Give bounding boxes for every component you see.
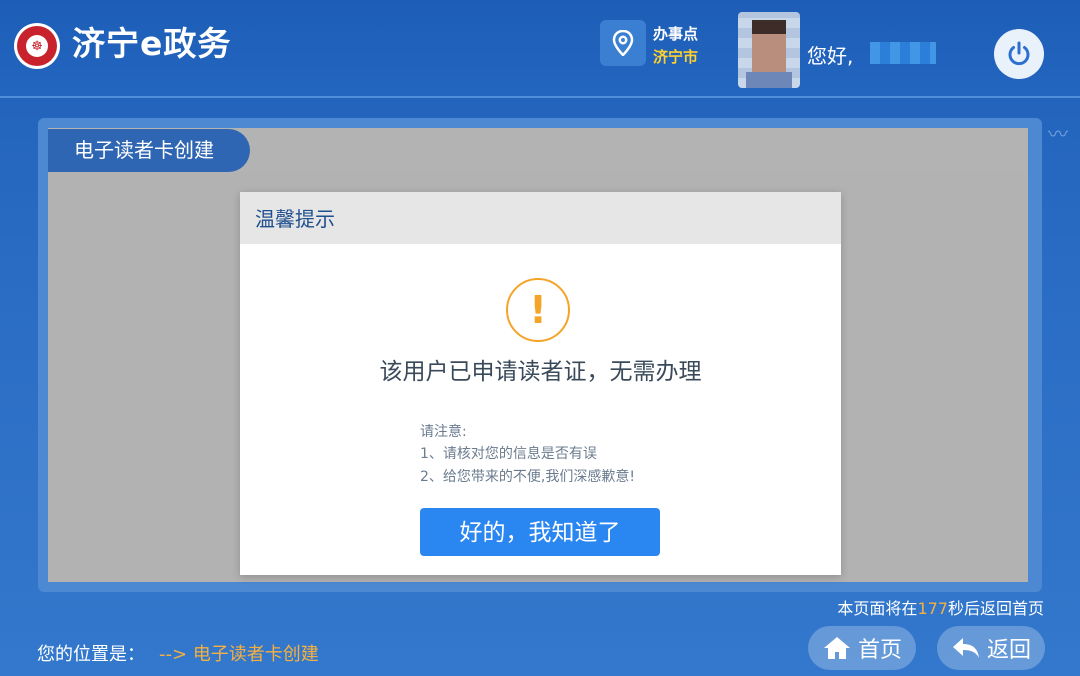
note-heading: 请注意:: [420, 424, 467, 440]
home-button[interactable]: 首页: [808, 626, 916, 670]
location-pin-button[interactable]: [600, 20, 646, 66]
app-title: 济宁e政务: [72, 24, 232, 63]
panel-title-tab: 电子读者卡创建: [48, 129, 250, 172]
power-icon: [1008, 41, 1030, 66]
acknowledge-button[interactable]: 好的，我知道了: [420, 508, 660, 556]
location-value[interactable]: 济宁市: [653, 46, 698, 67]
countdown-seconds: 177: [917, 599, 948, 618]
breadcrumb-current: 电子读者卡创建: [192, 644, 319, 665]
location-pin-icon: [612, 30, 634, 56]
power-button[interactable]: [994, 29, 1044, 79]
note-item-2: 2、给您带来的不便,我们深感歉意!: [420, 469, 635, 485]
avatar: [738, 12, 800, 88]
logo: ☸: [14, 23, 60, 69]
breadcrumb-prefix: 您的位置是：: [37, 644, 145, 665]
header: ☸ 济宁e政务 办事点 济宁市 您好,: [0, 0, 1080, 98]
alert-dialog: 温馨提示 ! 该用户已申请读者证，无需办理 请注意: 1、请核对您的信息是否有误…: [240, 192, 841, 575]
breadcrumb-arrow: -->: [159, 644, 188, 665]
note-item-1: 1、请核对您的信息是否有误: [420, 446, 597, 462]
home-label: 首页: [857, 638, 902, 663]
dialog-title: 温馨提示: [240, 192, 841, 244]
dialog-message: 该用户已申请读者证，无需办理: [379, 359, 702, 385]
user-name-redacted: [870, 42, 936, 64]
countdown-suffix: 秒后返回首页: [947, 599, 1044, 618]
countdown-prefix: 本页面将在: [837, 599, 918, 618]
back-arrow-icon: [952, 638, 979, 658]
breadcrumb: 您的位置是： --> 电子读者卡创建: [37, 640, 319, 666]
greeting-text: 您好,: [807, 44, 854, 68]
location-label: 办事点: [653, 25, 699, 43]
back-label: 返回: [986, 638, 1031, 663]
back-button[interactable]: 返回: [937, 626, 1045, 670]
bird-decoration: 〰: [1048, 122, 1068, 146]
warning-icon: !: [506, 278, 570, 342]
home-icon: [823, 637, 850, 659]
countdown-text: 本页面将在177秒后返回首页: [837, 595, 1044, 619]
